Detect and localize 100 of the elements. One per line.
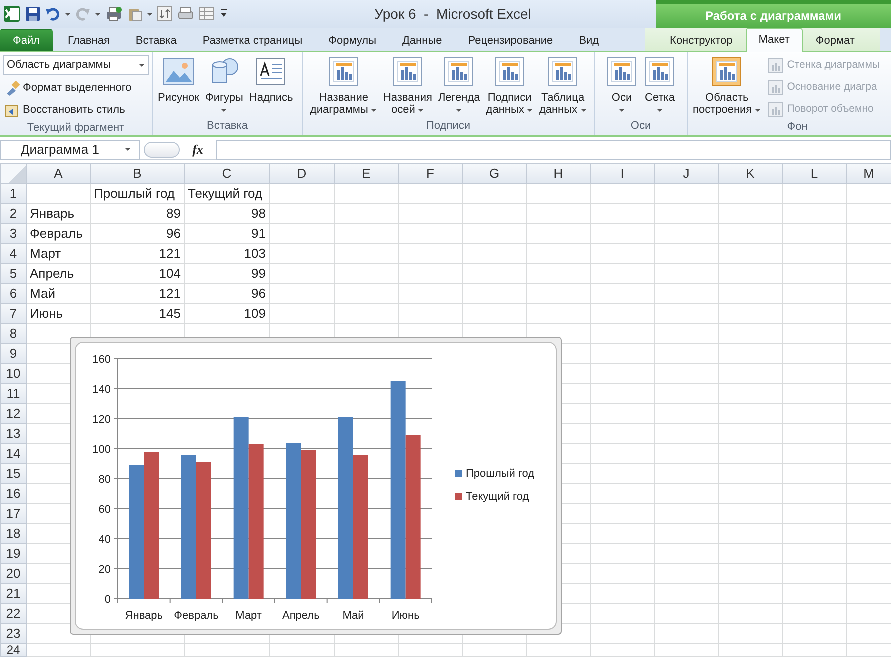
row-header[interactable]: 21: [0, 584, 26, 604]
table-cell: 103: [184, 244, 270, 264]
table-cell: Текущий год: [184, 184, 270, 204]
chart-icon: [644, 56, 676, 88]
row-header[interactable]: 13: [0, 424, 26, 444]
column-header[interactable]: J: [654, 164, 718, 184]
row-header[interactable]: 17: [0, 504, 26, 524]
bar[interactable]: [129, 466, 144, 599]
column-header[interactable]: L: [782, 164, 846, 184]
row-header[interactable]: 6: [0, 284, 26, 304]
ribbon-tab[interactable]: Рецензирование: [455, 29, 566, 51]
chart-icon: [768, 58, 784, 74]
chart-icon: [547, 56, 580, 88]
formula-input[interactable]: [216, 140, 891, 160]
element-dropdown[interactable]: Область диаграммы: [3, 55, 149, 75]
caret-icon: [95, 12, 101, 16]
ribbon-tab[interactable]: Вставка: [122, 29, 190, 51]
ribbon-tab[interactable]: Конструктор: [657, 29, 746, 51]
row-header[interactable]: 5: [0, 264, 26, 284]
ribbon-button[interactable]: Восстановить стиль: [3, 100, 149, 121]
select-all-corner[interactable]: [0, 164, 26, 184]
bar[interactable]: [234, 418, 249, 599]
bar[interactable]: [248, 444, 264, 599]
sort-icon[interactable]: [157, 6, 173, 22]
bar[interactable]: [390, 382, 406, 599]
ribbon-tab[interactable]: Файл: [0, 29, 54, 51]
chart-icon: [392, 56, 424, 88]
name-box[interactable]: Диаграмма 1: [0, 140, 140, 160]
undo-icon[interactable]: [45, 6, 61, 22]
ribbon-tab[interactable]: Макет: [746, 28, 803, 52]
row-header[interactable]: 3: [0, 224, 26, 244]
axis-tick-label: 160: [92, 354, 111, 366]
table-cell: 99: [184, 264, 270, 284]
row-header[interactable]: 18: [0, 524, 26, 544]
row-header[interactable]: 10: [0, 364, 26, 384]
ribbon-tab[interactable]: Главная: [55, 29, 123, 51]
axis-tick-label: 0: [104, 594, 111, 606]
column-header[interactable]: B: [90, 164, 184, 184]
column-header[interactable]: F: [398, 164, 462, 184]
column-header[interactable]: G: [462, 164, 526, 184]
group-label: Вставка: [206, 119, 249, 134]
column-header[interactable]: H: [526, 164, 590, 184]
excel-logo-icon[interactable]: [3, 5, 21, 23]
printer-icon[interactable]: [177, 6, 195, 22]
ribbon-tab[interactable]: Формат: [802, 29, 868, 51]
ribbon-button[interactable]: Таблица данных: [537, 55, 589, 117]
save-icon[interactable]: [25, 6, 41, 22]
table-cell: Январь: [26, 204, 90, 224]
row-header[interactable]: 12: [0, 404, 26, 424]
ribbon-tab[interactable]: Вид: [566, 29, 612, 51]
ribbon-button[interactable]: Область построения: [691, 55, 764, 117]
row-header[interactable]: 22: [0, 604, 26, 624]
row-header[interactable]: 23: [0, 624, 26, 644]
column-header[interactable]: C: [184, 164, 270, 184]
table-cell: 145: [90, 304, 184, 324]
row-header[interactable]: 16: [0, 484, 26, 504]
ribbon-button[interactable]: Оси: [604, 55, 640, 115]
ribbon-button[interactable]: Рисунок: [156, 55, 202, 105]
ribbon-button[interactable]: Фигуры: [204, 55, 246, 115]
row-header[interactable]: 24: [0, 644, 26, 656]
printer-icon[interactable]: [105, 6, 123, 22]
clipboard-icon[interactable]: [127, 6, 143, 22]
ribbon-button[interactable]: Название диаграммы: [308, 55, 380, 117]
ribbon-button[interactable]: Подписи данных: [484, 55, 536, 117]
ribbon-button[interactable]: Надпись: [247, 55, 296, 105]
column-header[interactable]: E: [334, 164, 398, 184]
resize-handle[interactable]: [144, 142, 180, 158]
ribbon-tab[interactable]: Формулы: [316, 29, 390, 51]
column-header[interactable]: M: [846, 164, 891, 184]
row-header[interactable]: 7: [0, 304, 26, 324]
row-header[interactable]: 2: [0, 204, 26, 224]
row-header[interactable]: 4: [0, 244, 26, 264]
chart-icon: [328, 56, 360, 88]
ribbon-button[interactable]: Названия осей: [381, 55, 434, 117]
ribbon-button[interactable]: Сетка: [642, 55, 678, 115]
column-header[interactable]: K: [718, 164, 782, 184]
ribbon-tab[interactable]: Разметка страницы: [190, 29, 316, 51]
row-header[interactable]: 11: [0, 384, 26, 404]
axis-tick-label: 80: [98, 474, 111, 486]
bar[interactable]: [301, 450, 316, 599]
ribbon-button[interactable]: Формат выделенного: [3, 78, 149, 99]
ribbon-tab[interactable]: Данные: [389, 29, 456, 51]
redo-icon[interactable]: [75, 6, 91, 22]
insert-function-button[interactable]: fx: [180, 140, 216, 160]
picture-icon: [162, 56, 195, 88]
column-header[interactable]: D: [270, 164, 334, 184]
row-header[interactable]: 19: [0, 544, 26, 564]
contextual-tab-group: Работа с диаграммами: [656, 0, 891, 28]
row-header[interactable]: 1: [0, 184, 26, 204]
column-header[interactable]: I: [590, 164, 654, 184]
bar[interactable]: [286, 443, 302, 599]
row-header[interactable]: 9: [0, 344, 26, 364]
row-header[interactable]: 8: [0, 324, 26, 344]
ribbon-button[interactable]: Легенда: [436, 55, 482, 115]
bar[interactable]: [144, 452, 160, 599]
row-header[interactable]: 15: [0, 464, 26, 484]
row-header[interactable]: 20: [0, 564, 26, 584]
bar[interactable]: [406, 436, 421, 599]
row-header[interactable]: 14: [0, 444, 26, 464]
column-header[interactable]: A: [26, 164, 90, 184]
